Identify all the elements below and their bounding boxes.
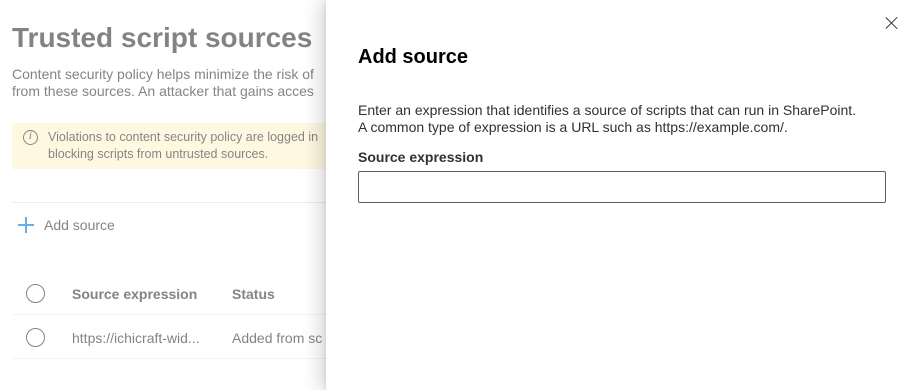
- add-source-panel: Add source Enter an expression that iden…: [326, 0, 915, 390]
- close-icon[interactable]: [883, 14, 901, 32]
- panel-title: Add source: [358, 46, 469, 68]
- panel-description-line: Enter an expression that identifies a so…: [358, 102, 857, 118]
- source-expression-label: Source expression: [358, 149, 484, 165]
- panel-description: Enter an expression that identifies a so…: [358, 102, 856, 136]
- panel-description-line: A common type of expression is a URL suc…: [358, 119, 788, 135]
- source-expression-input[interactable]: [358, 171, 886, 203]
